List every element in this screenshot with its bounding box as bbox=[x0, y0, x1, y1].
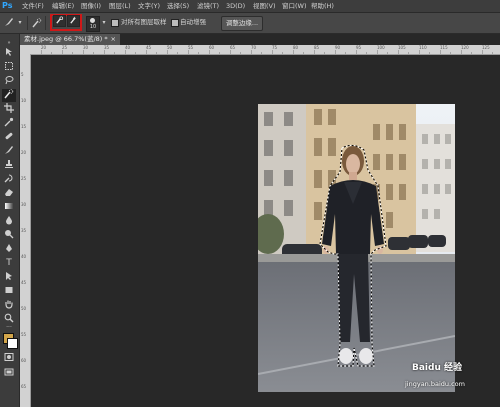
quick-selection-tool-icon[interactable] bbox=[2, 89, 16, 102]
brush-tip-icon bbox=[90, 18, 95, 23]
options-bar: ▾ 10 ▾ 对所有图层取样 自动增强 调整边缘... bbox=[0, 13, 500, 34]
close-icon[interactable]: × bbox=[111, 34, 116, 45]
collapse-toolbar-icon[interactable]: » bbox=[2, 40, 16, 46]
brush-size-value: 10 bbox=[89, 24, 97, 30]
preset-dropdown-icon[interactable]: ▾ bbox=[15, 18, 25, 28]
options-divider bbox=[45, 16, 46, 30]
document-tab-title: 素材.jpeg @ 66.7%(蓝/8) * bbox=[24, 35, 108, 43]
crop-tool-icon[interactable] bbox=[2, 103, 16, 116]
menu-window[interactable]: 窗口(W) bbox=[282, 0, 307, 12]
toolbox: » T ··· bbox=[0, 34, 20, 407]
shape-tool-icon[interactable] bbox=[2, 285, 16, 298]
menu-filter[interactable]: 滤镜(T) bbox=[197, 0, 219, 12]
quick-mask-icon[interactable] bbox=[2, 352, 16, 365]
ruler-label: 25 bbox=[21, 176, 27, 181]
dodge-tool-icon[interactable] bbox=[2, 229, 16, 242]
baidu-watermark: Baidu 经验 bbox=[412, 363, 463, 373]
move-tool-icon[interactable] bbox=[2, 47, 16, 60]
menu-3d[interactable]: 3D(D) bbox=[226, 0, 245, 12]
brush-size-picker[interactable]: 10 bbox=[86, 16, 100, 32]
canvas-image[interactable] bbox=[258, 104, 455, 392]
vertical-ruler[interactable]: 5 10 15 20 25 30 35 40 45 50 55 60 65 bbox=[20, 54, 31, 407]
brush-dropdown-icon[interactable]: ▾ bbox=[99, 18, 109, 28]
screen-mode-icon[interactable] bbox=[2, 367, 16, 380]
menu-select[interactable]: 选择(S) bbox=[167, 0, 189, 12]
ruler-label: 5 bbox=[21, 72, 24, 77]
clone-stamp-tool-icon[interactable] bbox=[2, 159, 16, 172]
menu-layer[interactable]: 图层(L) bbox=[109, 0, 131, 12]
options-divider bbox=[27, 16, 28, 30]
menu-edit[interactable]: 编辑(E) bbox=[52, 0, 74, 12]
eyedropper-tool-icon[interactable] bbox=[2, 117, 16, 130]
ruler-label: 30 bbox=[21, 202, 27, 207]
ruler-label: 10 bbox=[21, 98, 27, 103]
document-tab[interactable]: 素材.jpeg @ 66.7%(蓝/8) * × bbox=[20, 34, 120, 45]
photo-street-scene bbox=[258, 104, 455, 392]
auto-enhance-checkbox[interactable] bbox=[171, 19, 179, 27]
menu-image[interactable]: 图像(I) bbox=[81, 0, 101, 12]
sample-all-layers-label: 对所有图层取样 bbox=[121, 18, 167, 26]
menu-type[interactable]: 文字(Y) bbox=[138, 0, 160, 12]
ruler-label: 15 bbox=[21, 124, 27, 129]
menu-bar: Ps 文件(F) 编辑(E) 图像(I) 图层(L) 文字(Y) 选择(S) 滤… bbox=[0, 0, 500, 13]
marquee-tool-icon[interactable] bbox=[2, 61, 16, 74]
brush-tool-icon[interactable] bbox=[4, 17, 14, 27]
eraser-tool-icon[interactable] bbox=[2, 187, 16, 200]
add-to-selection-icon[interactable] bbox=[67, 15, 80, 27]
ruler-label: 65 bbox=[21, 384, 27, 389]
ruler-label: 40 bbox=[21, 254, 27, 259]
new-selection-icon[interactable] bbox=[53, 15, 66, 27]
photoshop-logo: Ps bbox=[2, 1, 13, 10]
background-color-swatch[interactable] bbox=[7, 338, 18, 349]
blur-tool-icon[interactable] bbox=[2, 215, 16, 228]
lasso-tool-icon[interactable] bbox=[2, 75, 16, 88]
menu-help[interactable]: 帮助(H) bbox=[311, 0, 334, 12]
menu-view[interactable]: 视图(V) bbox=[253, 0, 276, 12]
ruler-label: 60 bbox=[21, 358, 27, 363]
pen-tool-icon[interactable] bbox=[2, 243, 16, 256]
ruler-label: 35 bbox=[21, 228, 27, 233]
edit-toolbar-icon[interactable]: ··· bbox=[2, 324, 16, 332]
quick-selection-icon bbox=[32, 18, 42, 28]
ruler-label: 50 bbox=[21, 306, 27, 311]
refine-edge-button[interactable]: 调整边缘... bbox=[221, 16, 263, 31]
type-tool-icon[interactable]: T bbox=[2, 257, 16, 270]
gradient-tool-icon[interactable] bbox=[2, 201, 16, 214]
healing-brush-tool-icon[interactable] bbox=[2, 131, 16, 144]
sample-all-layers-checkbox[interactable] bbox=[111, 19, 119, 27]
brush-tool-icon[interactable] bbox=[2, 145, 16, 158]
ruler-ticks bbox=[41, 50, 493, 54]
path-selection-tool-icon[interactable] bbox=[2, 271, 16, 284]
ruler-label: 55 bbox=[21, 332, 27, 337]
ruler-corner bbox=[20, 45, 31, 54]
ruler-label: 20 bbox=[21, 150, 27, 155]
watermark-url: jingyan.baidu.com bbox=[405, 380, 465, 388]
ruler-label: 45 bbox=[21, 280, 27, 285]
menu-file[interactable]: 文件(F) bbox=[22, 0, 44, 12]
auto-enhance-label: 自动增强 bbox=[180, 18, 206, 26]
horizontal-ruler[interactable]: 20 25 30 35 40 45 50 55 60 65 70 75 80 8… bbox=[31, 45, 500, 55]
history-brush-tool-icon[interactable] bbox=[2, 173, 16, 186]
hand-tool-icon[interactable] bbox=[2, 299, 16, 312]
